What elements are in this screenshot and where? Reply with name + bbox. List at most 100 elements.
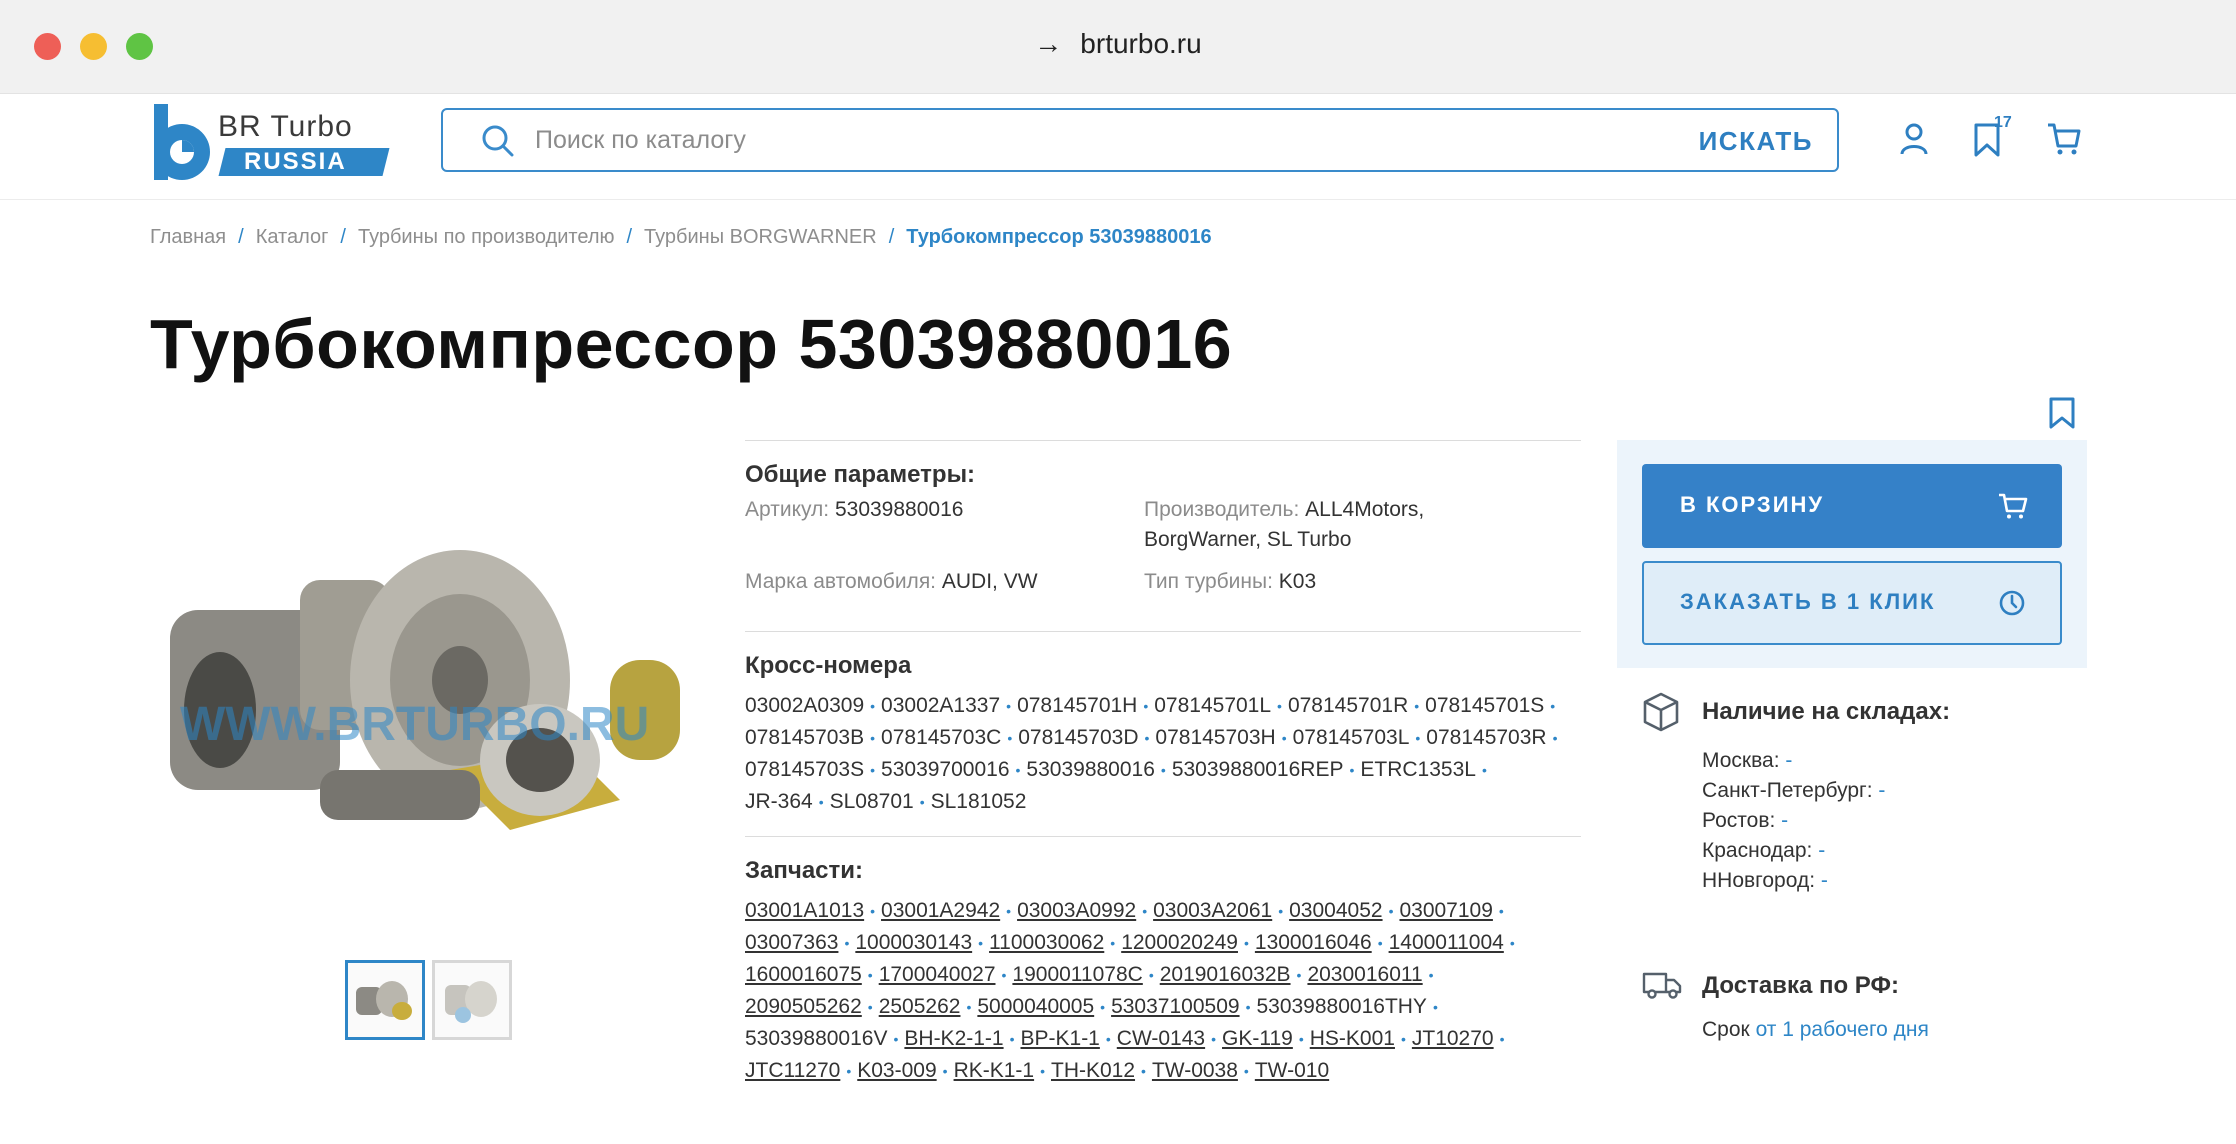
bullet-separator: • (1100, 998, 1106, 1015)
divider (745, 440, 1581, 441)
parts-number[interactable]: 1900011078C (1012, 963, 1142, 986)
bullet-separator: • (1105, 1030, 1111, 1047)
bullet-separator: • (1388, 902, 1394, 919)
cart-icon[interactable] (2046, 122, 2082, 156)
breadcrumb-separator: / (888, 226, 895, 248)
param-maker: Производитель: ALL4Motors, BorgWarner, SL… (1144, 495, 1424, 555)
logo-text-bottom: RUSSIA (244, 148, 347, 175)
parts-number[interactable]: BH-K2-1-1 (904, 1027, 1003, 1050)
stock-value: - (1781, 809, 1789, 832)
breadcrumb-item[interactable]: Главная (150, 226, 226, 248)
cross-number: 078145703R (1426, 725, 1547, 749)
param-value: 53039880016 (834, 498, 964, 521)
site-logo[interactable]: BR Turbo RUSSIA (152, 102, 390, 184)
search-box[interactable]: Поиск по каталогу ИСКАТЬ (441, 108, 1839, 172)
breadcrumb-separator: / (340, 226, 346, 248)
user-icon[interactable] (1899, 122, 1929, 156)
parts-number[interactable]: 2019016032B (1160, 963, 1291, 986)
parts-number[interactable]: 53039880016V (745, 1027, 887, 1050)
parts-row: 1600016075 • 1700040027 • 1900011078C • 201901… (745, 959, 1581, 991)
bullet-separator: • (1015, 761, 1021, 778)
bullet-separator: • (846, 1062, 852, 1079)
parts-number[interactable]: 1700040027 (879, 963, 996, 986)
parts-number[interactable]: BP-K1-1 (1021, 1027, 1100, 1050)
bullet-separator: • (1148, 966, 1154, 983)
add-to-cart-button[interactable]: В КОРЗИНУ (1642, 464, 2062, 548)
parts-number[interactable]: 2090505262 (745, 995, 862, 1018)
bullet-separator: • (1481, 761, 1487, 778)
parts-number[interactable]: HS-K001 (1310, 1027, 1395, 1050)
bullet-separator: • (1007, 729, 1013, 746)
parts-number[interactable]: 1400011004 (1389, 931, 1504, 954)
bullet-separator: • (1211, 1030, 1217, 1047)
bullet-separator: • (1141, 1062, 1146, 1079)
cross-number: 53039880016REP (1171, 757, 1344, 781)
parts-row: 2090505262 • 2505262 • 5000040005 • 5303710050… (745, 991, 1581, 1023)
add-to-favorites-icon[interactable] (2048, 396, 2076, 430)
parts-number[interactable]: CW-0143 (1117, 1027, 1205, 1050)
address-bar[interactable]: → brturbo.ru (0, 28, 2236, 60)
stock-value: - (1818, 839, 1826, 862)
parts-number[interactable]: 1300016046 (1255, 931, 1372, 954)
product-details: Общие параметры: Артикул: 53039880016 Пр… (745, 440, 1581, 1087)
search-button[interactable]: ИСКАТЬ (1699, 126, 1813, 157)
breadcrumb: Главная / Каталог / Турбины по производителю… (150, 226, 1212, 249)
parts-number[interactable]: 03007363 (745, 931, 838, 954)
logo-mark-icon (154, 104, 210, 180)
bullet-separator: • (1509, 934, 1515, 951)
parts-number[interactable]: 2030016011 (1307, 963, 1422, 986)
parts-number[interactable]: K03-009 (857, 1059, 936, 1082)
stock-city: ННовгород: (1702, 869, 1816, 892)
parts-number[interactable]: 03004052 (1289, 899, 1382, 922)
stock-city: Краснодар: (1702, 839, 1813, 862)
cross-row: 078145703B • 078145703C • 078145703D • 0781457… (745, 722, 1581, 754)
search-icon (482, 125, 514, 157)
parts-number[interactable]: 1200020249 (1121, 931, 1238, 954)
search-input[interactable]: Поиск по каталогу (535, 126, 746, 155)
parts-number[interactable]: 03001A1013 (745, 899, 864, 922)
one-click-order-button[interactable]: ЗАКАЗАТЬ В 1 КЛИК (1642, 561, 2062, 645)
stock-value: - (1878, 779, 1886, 802)
breadcrumb-current: Турбокомпрессор 53039880016 (906, 226, 1212, 248)
breadcrumb-item[interactable]: Турбины по производителю (358, 226, 615, 248)
bullet-separator: • (1160, 761, 1166, 778)
parts-number[interactable]: 03007109 (1399, 899, 1492, 922)
parts-number[interactable]: 03003A0992 (1017, 899, 1136, 922)
parts-number[interactable]: 1000030143 (855, 931, 972, 954)
parts-number[interactable]: 5000040005 (977, 995, 1094, 1018)
cross-number: 078145703C (881, 725, 1002, 749)
product-image[interactable]: WWW.BRTURBO.RU (150, 470, 710, 910)
parts-number[interactable]: TH-K012 (1051, 1059, 1135, 1082)
parts-number[interactable]: 53039880016THY (1256, 995, 1426, 1018)
bullet-separator: • (1415, 729, 1421, 746)
delivery-value-link[interactable]: от 1 рабочего дня (1756, 1018, 1929, 1041)
thumbnail-2[interactable] (432, 960, 512, 1040)
param-value: ALL4Motors, (1305, 498, 1425, 521)
parts-number[interactable]: TW-010 (1255, 1059, 1329, 1082)
bullet-separator: • (1498, 902, 1504, 919)
parts-number[interactable]: RK-K1-1 (954, 1059, 1035, 1082)
parts-number[interactable]: JTC11270 (745, 1059, 840, 1082)
purchase-box: В КОРЗИНУ ЗАКАЗАТЬ В 1 КЛИК (1617, 440, 2087, 668)
bullet-separator: • (1245, 998, 1251, 1015)
param-turbine: Тип турбины: K03 (1144, 567, 1316, 597)
parts-number[interactable]: GK-119 (1222, 1027, 1293, 1050)
breadcrumb-item[interactable]: Каталог (256, 226, 329, 248)
cross-row: 03002A0309 • 03002A1337 • 078145701H • 0781457… (745, 690, 1581, 722)
thumbnail-1[interactable] (345, 960, 425, 1040)
parts-number[interactable]: JT10270 (1412, 1027, 1494, 1050)
param-label: Артикул: (745, 498, 830, 521)
parts-number[interactable]: 03003A2061 (1153, 899, 1272, 922)
parts-number[interactable]: 53037100509 (1111, 995, 1239, 1018)
parts-number[interactable]: 1100030062 (989, 931, 1104, 954)
stock-heading: Наличие на складах: (1702, 698, 1951, 725)
parts-number[interactable]: 1600016075 (745, 963, 862, 986)
parts-number[interactable]: TW-0038 (1152, 1059, 1238, 1082)
stock-item: Ростов: - (1702, 806, 1885, 836)
stock-city: Москва: (1702, 749, 1780, 772)
bullet-separator: • (870, 761, 876, 778)
parts-number[interactable]: 03001A2942 (881, 899, 1000, 922)
breadcrumb-item[interactable]: Турбины BORGWARNER (644, 226, 877, 248)
turbocharger-image: WWW.BRTURBO.RU (170, 550, 680, 830)
parts-number[interactable]: 2505262 (879, 995, 961, 1018)
